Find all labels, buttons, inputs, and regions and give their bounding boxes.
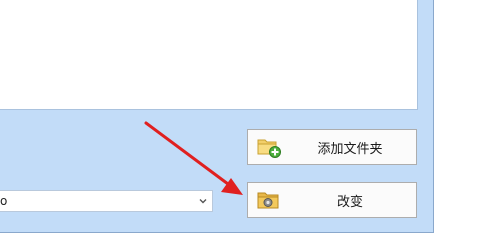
folder-add-icon [256,135,282,159]
change-label: 改变 [336,194,363,210]
add-folder-button[interactable]: 添加文件夹 [247,129,417,165]
folder-gear-icon [256,188,282,212]
chevron-down-icon[interactable] [197,195,209,207]
dropdown-value: o [0,194,8,208]
folder-list[interactable] [0,0,418,110]
change-button[interactable]: 改变 [247,182,417,218]
settings-dialog: 添加文件夹 改变 o [0,0,434,233]
add-folder-label: 添加文件夹 [317,141,383,157]
background [434,0,490,241]
folder-dropdown[interactable]: o [0,190,213,212]
